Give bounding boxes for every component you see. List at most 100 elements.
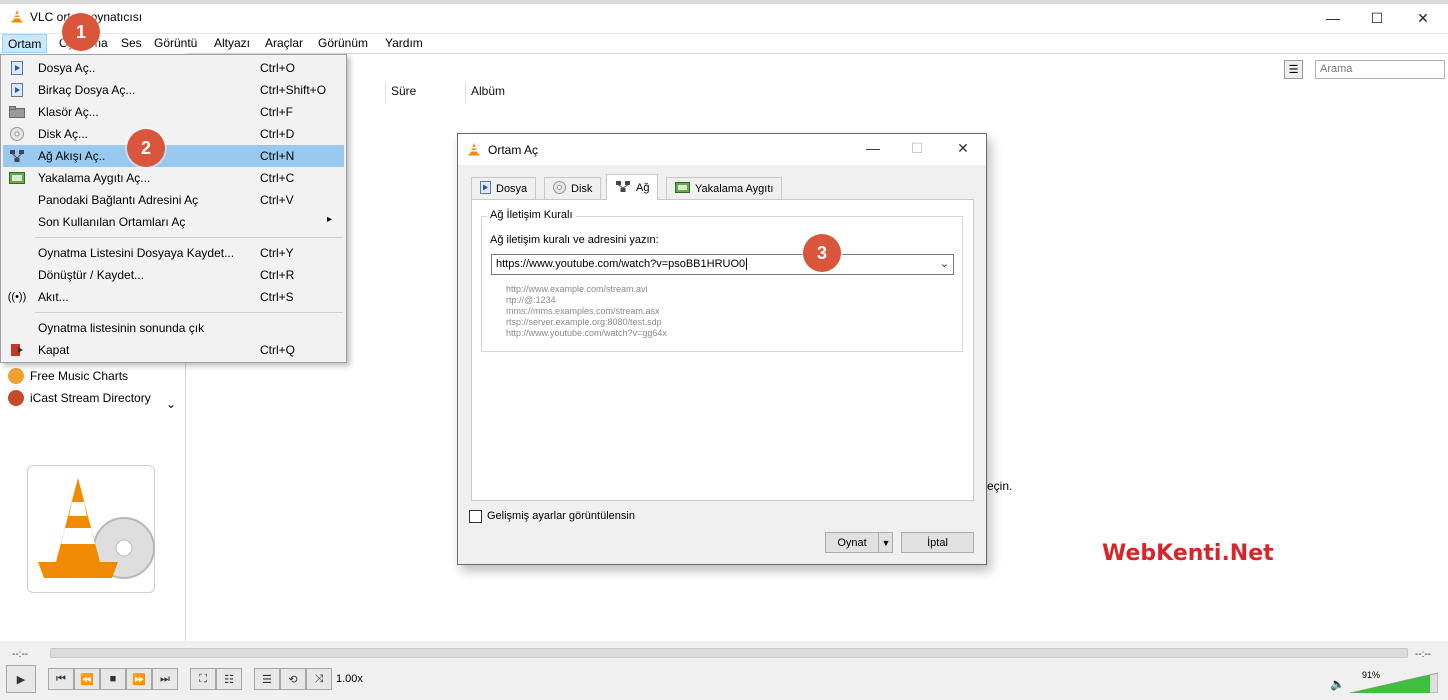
- window-titlebar: VLC ortam oynatıcısı — ☐ ✕: [0, 0, 1448, 34]
- sidebar-item-free-music-charts[interactable]: Free Music Charts: [8, 366, 128, 386]
- dialog-titlebar: Ortam Aç — ☐ ✕: [458, 134, 986, 165]
- file-icon: [9, 82, 25, 98]
- dialog-maximize-button: ☐: [910, 140, 924, 156]
- submenu-arrow-icon: ▸: [327, 214, 333, 225]
- step-badge-1: 1: [62, 13, 100, 51]
- playlist-hint-text: eçin.: [987, 479, 1013, 493]
- example-url: rtsp://server.example.org:8080/test.sdp: [506, 317, 662, 327]
- volume-percent: 91%: [1362, 670, 1381, 680]
- forward-icon[interactable]: ⏩: [126, 668, 152, 690]
- vlc-cone-icon: [468, 143, 480, 156]
- url-prompt-label: Ağ iletişim kuralı ve adresini yazın:: [490, 234, 659, 246]
- menu-item-open-multiple[interactable]: Birkaç Dosya Aç... Ctrl+Shift+O: [3, 79, 344, 101]
- network-icon: [9, 148, 25, 164]
- control-bar: --:-- --:-- ▶ ⏮ ⏪ ■ ⏩ ⏭ ⛶ ☷ ☰ ⟲ ⤨ 1.00x …: [0, 641, 1448, 700]
- menu-item-open-folder[interactable]: Klasör Aç... Ctrl+F: [3, 101, 344, 123]
- playback-speed[interactable]: 1.00x: [336, 673, 363, 685]
- tab-ag[interactable]: Ağ: [606, 174, 659, 200]
- group-title: Ağ İletişim Kuralı: [487, 209, 576, 221]
- column-separator: [465, 82, 466, 104]
- stop-icon-left[interactable]: ⏪: [74, 668, 100, 690]
- sidebar-item-label: iCast Stream Directory: [30, 391, 151, 405]
- column-separator: [385, 82, 386, 104]
- dialog-minimize-button[interactable]: —: [858, 140, 888, 160]
- watermark: WebKenti.Net: [1102, 541, 1274, 566]
- menu-ses[interactable]: Ses: [116, 34, 147, 53]
- speaker-icon[interactable]: 🔈: [1330, 677, 1345, 691]
- step-badge-3: 3: [803, 234, 841, 272]
- dialog-title: Ortam Aç: [488, 143, 539, 157]
- menu-item-open-disc[interactable]: Disk Aç... Ctrl+D: [3, 123, 344, 145]
- folder-icon: [9, 104, 25, 120]
- search-input[interactable]: Arama: [1315, 60, 1445, 79]
- chevron-down-icon[interactable]: ⌄: [166, 397, 176, 411]
- example-url: rtp://@:1234: [506, 295, 556, 305]
- advanced-options-label: Gelişmiş ayarlar görüntülensin: [487, 510, 635, 522]
- elapsed-time: --:--: [12, 649, 29, 660]
- disc-icon: [553, 180, 566, 197]
- example-url: http://www.youtube.com/watch?v=gg64x: [506, 328, 667, 338]
- menu-item-open-file[interactable]: Dosya Aç.. Ctrl+O: [3, 57, 344, 79]
- menu-altyazi[interactable]: Altyazı: [209, 34, 255, 53]
- fullscreen-icon[interactable]: ⛶: [190, 668, 216, 690]
- disc-icon: [9, 126, 25, 142]
- menu-item-quit[interactable]: Kapat Ctrl+Q: [3, 339, 344, 361]
- menu-item-open-capture[interactable]: Yakalama Aygıtı Aç... Ctrl+C: [3, 167, 344, 189]
- advanced-options-checkbox[interactable]: [469, 510, 482, 523]
- menu-ortam[interactable]: Ortam: [2, 34, 48, 53]
- menu-item-open-clipboard[interactable]: Panodaki Bağlantı Adresini Aç Ctrl+V: [3, 189, 344, 211]
- menu-item-convert-save[interactable]: Dönüştür / Kaydet... Ctrl+R: [3, 264, 344, 286]
- play-dropdown-icon[interactable]: ▼: [878, 532, 893, 553]
- equalizer-icon[interactable]: ☷: [216, 668, 242, 690]
- network-url-input[interactable]: https://www.youtube.com/watch?v=psoBB1HR…: [491, 254, 954, 275]
- title-top-strip: [0, 0, 1448, 4]
- shuffle-icon[interactable]: ⤨: [306, 668, 332, 690]
- menu-araclar[interactable]: Araçlar: [260, 34, 308, 53]
- capture-icon: [675, 181, 690, 196]
- close-button[interactable]: ✕: [1400, 4, 1446, 32]
- tab-yakalama-aygiti[interactable]: Yakalama Aygıtı: [666, 177, 783, 199]
- album-art: [27, 465, 155, 593]
- vlc-cone-disc-icon: [38, 478, 155, 579]
- network-tab-panel: Ağ İletişim Kuralı Ağ iletişim kuralı ve…: [471, 199, 974, 501]
- network-icon: [615, 180, 631, 196]
- play-icon[interactable]: ▶: [6, 665, 36, 693]
- stream-icon: ((•)): [7, 291, 27, 303]
- playlist-icon[interactable]: ☰: [254, 668, 280, 690]
- chevron-down-icon[interactable]: ⌄: [940, 257, 949, 270]
- loop-icon[interactable]: ⟲: [280, 668, 306, 690]
- step-badge-2: 2: [127, 129, 165, 167]
- tab-dosya[interactable]: Dosya: [471, 177, 537, 199]
- playlist-view-icon[interactable]: ☰: [1284, 60, 1303, 79]
- tab-disk[interactable]: Disk: [544, 177, 602, 199]
- previous-icon[interactable]: ⏮: [48, 668, 74, 690]
- headphones-icon: [8, 368, 24, 384]
- example-url: mms://mms.examples.com/stream.asx: [506, 306, 660, 316]
- vlc-cone-icon: [11, 10, 23, 23]
- sidebar-item-label: Free Music Charts: [30, 369, 129, 383]
- column-header-duration[interactable]: Süre: [391, 84, 416, 98]
- menu-item-recent-media[interactable]: Son Kullanılan Ortamları Aç ▸: [3, 211, 344, 233]
- dialog-close-button[interactable]: ✕: [948, 140, 978, 160]
- menu-item-save-playlist[interactable]: Oynatma Listesini Dosyaya Kaydet... Ctrl…: [3, 242, 344, 264]
- cancel-button[interactable]: İptal: [901, 532, 974, 553]
- maximize-button[interactable]: ☐: [1354, 4, 1400, 32]
- column-header-album[interactable]: Albüm: [471, 84, 505, 98]
- menubar: Ortam Oynatma Ses Görüntü Altyazı Araçla…: [0, 34, 1448, 53]
- menu-goruntu[interactable]: Görüntü: [149, 34, 202, 53]
- menu-gorunum[interactable]: Görünüm: [313, 34, 373, 53]
- file-icon: [9, 60, 25, 76]
- menu-item-open-network[interactable]: Ağ Akışı Aç.. Ctrl+N: [3, 145, 344, 167]
- minimize-button[interactable]: —: [1310, 4, 1356, 32]
- menu-yardim[interactable]: Yardım: [380, 34, 428, 53]
- file-icon: [480, 180, 491, 197]
- open-media-dialog: Ortam Aç — ☐ ✕ Dosya Disk Ağ Yakalama Ay…: [457, 133, 987, 565]
- example-url: http://www.example.com/stream.avi: [506, 284, 648, 294]
- icast-icon: [8, 390, 24, 406]
- seek-slider[interactable]: [50, 648, 1408, 658]
- sidebar-item-icast[interactable]: iCast Stream Directory: [8, 388, 151, 408]
- menu-item-quit-at-end[interactable]: Oynatma listesinin sonunda çık: [3, 317, 344, 339]
- next-icon[interactable]: ⏭: [152, 668, 178, 690]
- stop-icon[interactable]: ■: [100, 668, 126, 690]
- menu-item-stream[interactable]: ((•)) Akıt... Ctrl+S: [3, 286, 344, 308]
